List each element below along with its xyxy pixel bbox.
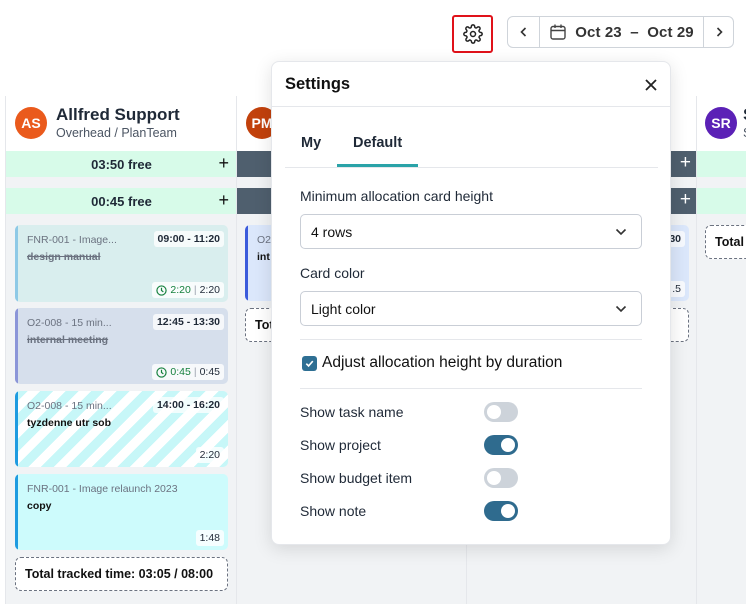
- planned-time: .5: [672, 283, 681, 295]
- card-color-select[interactable]: Light color: [300, 291, 642, 326]
- card-stripe: [245, 225, 248, 301]
- allocation-card[interactable]: O2-008 - 15 min... 12:45 - 13:30 interna…: [15, 308, 228, 384]
- chevron-left-icon: [519, 27, 526, 37]
- close-icon[interactable]: [642, 76, 660, 94]
- card-stripe: [15, 391, 18, 467]
- card-duration: 2:20: [195, 447, 224, 463]
- add-allocation-button[interactable]: +: [680, 152, 691, 174]
- card-color-label: Card color: [300, 265, 365, 281]
- settings-title: Settings: [285, 75, 351, 93]
- calendar-icon: [550, 24, 566, 40]
- add-allocation-button[interactable]: +: [218, 153, 229, 174]
- allocation-card[interactable]: O2-008 - 15 min... 14:00 - 16:20 tyzdenn…: [15, 391, 228, 467]
- chevron-right-icon: [716, 27, 723, 37]
- add-allocation-button[interactable]: +: [218, 190, 229, 211]
- free-time-row: [697, 151, 746, 177]
- card-duration: 2:20 | 2:20: [152, 282, 224, 298]
- card-task: tyzdenne utr sob: [27, 417, 112, 429]
- chevron-down-icon: [615, 305, 627, 313]
- date-range-label: Oct 23 – Oct 29: [575, 23, 694, 41]
- card-project-code: O2-008 - 15 min...: [27, 400, 112, 412]
- card-stripe: [15, 225, 18, 302]
- card-project-code: FNR-001 - Image...: [27, 234, 117, 246]
- prev-week-button[interactable]: [507, 16, 540, 48]
- card-duration: 1:48: [195, 530, 224, 546]
- free-time-label: 03:50 free: [91, 156, 152, 172]
- card-task: copy: [27, 500, 52, 512]
- free-time-row: [697, 188, 746, 214]
- avatar: AS: [15, 107, 47, 139]
- divider: [300, 339, 642, 340]
- clock-icon: [156, 366, 168, 378]
- day-column-sr: Total t: [696, 151, 746, 604]
- show-project-label: Show project: [300, 437, 381, 453]
- show-budget-item-label: Show budget item: [300, 470, 413, 486]
- checkmark-icon: [305, 360, 314, 368]
- card-task: int: [257, 251, 270, 263]
- show-task-name-toggle[interactable]: [484, 402, 518, 422]
- card-task: design manual: [27, 251, 101, 263]
- tab-my[interactable]: My: [301, 135, 321, 151]
- card-project-code: O2: [257, 234, 272, 246]
- allocation-card[interactable]: FNR-001 - Image... 09:00 - 11:20 design …: [15, 225, 228, 302]
- show-project-toggle[interactable]: [484, 435, 518, 455]
- card-project-code: FNR-001 - Image relaunch 2023: [27, 483, 178, 495]
- avatar: SR: [705, 107, 737, 139]
- gear-icon: [462, 24, 483, 44]
- clock-icon: [156, 284, 168, 296]
- total-tracked-time: Total t: [705, 225, 746, 259]
- adjust-height-label: Adjust allocation height by duration: [322, 354, 563, 371]
- show-budget-item-toggle[interactable]: [484, 468, 518, 488]
- min-height-label: Minimum allocation card height: [300, 188, 493, 204]
- divider: [300, 388, 642, 389]
- planned-time: 2:20: [199, 284, 220, 296]
- adjust-height-checkbox[interactable]: [302, 356, 317, 371]
- allocation-card[interactable]: FNR-001 - Image relaunch 2023 copy 1:48: [15, 474, 228, 550]
- free-time-row: 03:50 free +: [6, 151, 237, 177]
- person-header-allfred[interactable]: AS Allfred Support Overhead / PlanTeam: [5, 96, 236, 151]
- card-stripe: [15, 308, 18, 384]
- settings-popover: Settings My Default Minimum allocation c…: [271, 61, 671, 545]
- show-task-name-label: Show task name: [300, 404, 404, 420]
- card-time: 12:45 - 13:30: [152, 314, 224, 330]
- settings-button[interactable]: [452, 15, 493, 53]
- planned-time: 0:45: [199, 366, 220, 378]
- tracked-time: 0:45: [170, 366, 191, 378]
- card-time: 09:00 - 11:20: [153, 231, 224, 247]
- person-name: Allfred Support: [56, 105, 180, 124]
- min-height-value: 4 rows: [311, 223, 353, 240]
- show-note-label: Show note: [300, 503, 367, 519]
- planned-time: 1:48: [199, 532, 220, 544]
- tab-default[interactable]: Default: [353, 135, 402, 151]
- card-color-value: Light color: [311, 300, 376, 317]
- next-week-button[interactable]: [703, 16, 734, 48]
- tabs-divider: [285, 167, 658, 168]
- card-project-code: O2-008 - 15 min...: [27, 317, 112, 329]
- add-allocation-button[interactable]: +: [680, 189, 691, 211]
- day-column-allfred: 03:50 free + 00:45 free + FNR-001 - Imag…: [5, 151, 237, 604]
- min-height-select[interactable]: 4 rows: [300, 214, 642, 249]
- date-range-picker[interactable]: Oct 23 – Oct 29: [539, 16, 704, 48]
- divider: [272, 106, 670, 107]
- card-duration: 0:45 | 0:45: [152, 364, 224, 380]
- person-team: Overhead / PlanTeam: [56, 126, 177, 140]
- free-time-label: 00:45 free: [91, 193, 152, 209]
- card-time: 14:00 - 16:20: [152, 397, 224, 413]
- show-note-toggle[interactable]: [484, 501, 518, 521]
- total-tracked-time: Total tracked time: 03:05 / 08:00: [15, 557, 228, 591]
- person-header-sr[interactable]: SR S S: [696, 96, 746, 151]
- chevron-down-icon: [615, 228, 627, 236]
- planned-time: 2:20: [199, 449, 220, 461]
- card-stripe: [15, 474, 18, 550]
- card-task: internal meeting: [27, 334, 109, 346]
- free-time-row: 00:45 free +: [6, 188, 237, 214]
- tracked-time: 2:20: [170, 284, 191, 296]
